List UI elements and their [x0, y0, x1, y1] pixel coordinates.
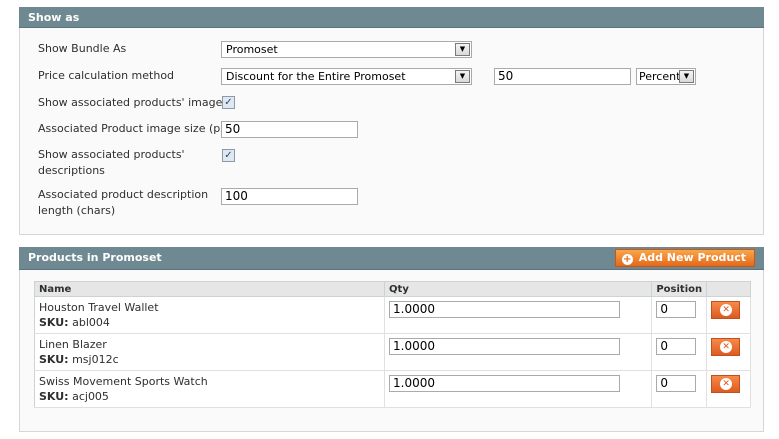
table-row: Houston Travel Wallet SKU: abl004 1.0000…	[34, 296, 751, 334]
section-title: Show as	[19, 7, 764, 28]
checkmark-icon: ✓	[224, 97, 233, 108]
column-header-position: Position	[651, 281, 708, 297]
product-name: Linen Blazer	[39, 338, 107, 351]
position-cell: 0	[651, 370, 708, 408]
qty-input[interactable]: 1.0000	[389, 375, 621, 392]
table-row: Swiss Movement Sports Watch SKU: acj005 …	[34, 370, 751, 408]
select-value: Percent	[639, 70, 681, 83]
show-images-label: Show associated products' images	[38, 96, 229, 109]
products-header: Products in Promoset + Add New Product	[19, 247, 764, 270]
product-sku: SKU: abl004	[39, 315, 380, 330]
position-input[interactable]: 0	[656, 338, 697, 355]
action-cell: ✕	[706, 370, 751, 408]
products-section: Products in Promoset + Add New Product Na…	[19, 247, 764, 432]
position-input[interactable]: 0	[656, 301, 697, 318]
products-table: Name Qty Position Houston Travel Wallet …	[34, 281, 751, 408]
add-new-product-button[interactable]: + Add New Product	[614, 249, 755, 267]
show-as-form: Show Bundle As Promoset ▼ Price calculat…	[19, 28, 764, 235]
label-line: descriptions	[38, 164, 105, 177]
sku-label: SKU:	[39, 353, 69, 366]
position-input[interactable]: 0	[656, 375, 697, 392]
product-name-cell: Swiss Movement Sports Watch SKU: acj005	[34, 370, 386, 408]
product-sku: SKU: acj005	[39, 389, 380, 404]
dropdown-arrow-icon: ▼	[679, 70, 694, 83]
label-line: length (chars)	[38, 204, 116, 217]
image-size-input[interactable]: 50	[221, 121, 358, 138]
action-cell: ✕	[706, 296, 751, 334]
action-cell: ✕	[706, 333, 751, 371]
sku-label: SKU:	[39, 316, 69, 329]
position-cell: 0	[651, 333, 708, 371]
price-calc-select[interactable]: Discount for the Entire Promoset ▼	[221, 68, 472, 85]
sku-label: SKU:	[39, 390, 69, 403]
label-line: Associated product description	[38, 188, 209, 201]
position-cell: 0	[651, 296, 708, 334]
dropdown-arrow-icon: ▼	[455, 70, 470, 83]
sku-value: msj012c	[72, 353, 119, 366]
column-header-qty: Qty	[384, 281, 653, 297]
checkmark-icon: ✓	[224, 150, 233, 161]
delete-product-button[interactable]: ✕	[711, 301, 741, 319]
price-calc-label: Price calculation method	[38, 69, 175, 82]
desc-length-label: Associated product description length (c…	[38, 187, 208, 219]
show-bundle-as-select[interactable]: Promoset ▼	[221, 41, 472, 58]
show-images-checkbox[interactable]: ✓	[222, 96, 235, 109]
add-button-label: Add New Product	[638, 251, 746, 264]
qty-cell: 1.0000	[384, 370, 653, 408]
table-header-row: Name Qty Position	[34, 281, 751, 297]
select-value: Promoset	[226, 43, 278, 56]
product-name-cell: Houston Travel Wallet SKU: abl004	[34, 296, 386, 334]
delete-x-icon: ✕	[720, 304, 733, 316]
column-header-name: Name	[34, 281, 386, 297]
show-as-section: Show as Show Bundle As Promoset ▼ Price …	[19, 7, 764, 235]
label-line: Show associated products'	[38, 148, 185, 161]
dropdown-arrow-icon: ▼	[455, 43, 470, 56]
delete-x-icon: ✕	[720, 378, 733, 390]
sku-value: acj005	[72, 390, 109, 403]
qty-input[interactable]: 1.0000	[389, 338, 621, 355]
product-name-cell: Linen Blazer SKU: msj012c	[34, 333, 386, 371]
delete-product-button[interactable]: ✕	[711, 338, 741, 356]
qty-cell: 1.0000	[384, 333, 653, 371]
plus-icon: +	[621, 254, 633, 265]
select-value: Discount for the Entire Promoset	[226, 70, 406, 83]
delete-product-button[interactable]: ✕	[711, 375, 741, 393]
qty-cell: 1.0000	[384, 296, 653, 334]
qty-input[interactable]: 1.0000	[389, 301, 621, 318]
product-name: Swiss Movement Sports Watch	[39, 375, 208, 388]
desc-length-input[interactable]: 100	[221, 188, 358, 205]
column-header-actions	[706, 281, 751, 297]
delete-x-icon: ✕	[720, 341, 733, 353]
section-title: Products in Promoset	[28, 251, 162, 264]
show-descriptions-label: Show associated products' descriptions	[38, 147, 185, 179]
show-descriptions-checkbox[interactable]: ✓	[222, 149, 235, 162]
discount-amount-input[interactable]: 50	[494, 68, 631, 85]
sku-value: abl004	[72, 316, 110, 329]
products-body: Name Qty Position Houston Travel Wallet …	[19, 270, 764, 432]
table-row: Linen Blazer SKU: msj012c 1.0000 0 ✕	[34, 333, 751, 371]
discount-unit-select[interactable]: Percent ▼	[636, 68, 696, 85]
image-size-label: Associated Product image size (px)	[38, 122, 232, 135]
product-name: Houston Travel Wallet	[39, 301, 159, 314]
product-sku: SKU: msj012c	[39, 352, 380, 367]
show-bundle-as-label: Show Bundle As	[38, 42, 127, 55]
